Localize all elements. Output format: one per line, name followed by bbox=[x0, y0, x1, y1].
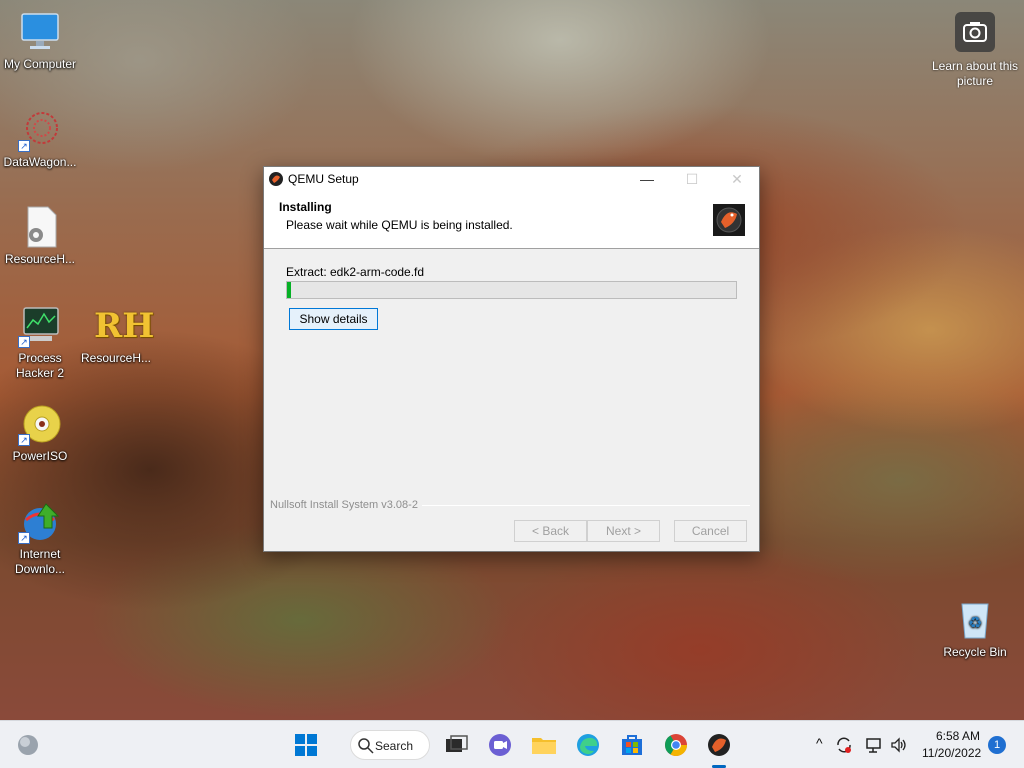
cancel-button[interactable]: Cancel bbox=[674, 520, 747, 542]
clock-date[interactable]: 11/20/2022 bbox=[922, 746, 981, 760]
chat-icon bbox=[489, 734, 511, 756]
desktop-icon-label: Process Hacker 2 bbox=[15, 351, 65, 380]
desktop-icon-recycle-bin[interactable]: ♻ Recycle Bin bbox=[935, 598, 1015, 660]
desktop-icon-resourcehacker-file[interactable]: ResourceH... bbox=[0, 205, 80, 267]
taskbar: Search ^ 6:58 AM 11/20/2022 1 bbox=[0, 720, 1024, 768]
minimize-button[interactable]: — bbox=[624, 167, 670, 191]
back-button[interactable]: < Back bbox=[514, 520, 587, 542]
search-icon bbox=[358, 738, 374, 754]
teams-chat-button[interactable] bbox=[484, 729, 516, 761]
qemu-app-icon bbox=[268, 171, 284, 187]
process-hacker-icon: ↗ bbox=[18, 304, 62, 348]
install-progress-bar bbox=[286, 281, 737, 299]
datawagon-icon: ↗ bbox=[18, 108, 62, 152]
task-view-button[interactable] bbox=[440, 729, 472, 761]
qemu-setup-taskbar-button[interactable] bbox=[703, 729, 735, 761]
desktop-icon-label: PowerISO bbox=[12, 449, 68, 463]
show-details-button[interactable]: Show details bbox=[289, 308, 378, 330]
nsis-divider bbox=[422, 505, 750, 506]
volume-icon[interactable] bbox=[889, 735, 909, 755]
chrome-button[interactable] bbox=[660, 729, 692, 761]
taskbar-search[interactable]: Search bbox=[350, 730, 430, 760]
globe-download-icon: ↗ bbox=[18, 500, 62, 544]
microsoft-store-button[interactable] bbox=[616, 729, 648, 761]
resourcehacker-logo-icon: RH bbox=[94, 304, 154, 348]
network-icon[interactable] bbox=[864, 735, 884, 755]
settings-file-icon bbox=[18, 205, 62, 249]
monitor-icon bbox=[18, 10, 62, 54]
dialog-title: QEMU Setup bbox=[288, 172, 359, 186]
shortcut-arrow-icon: ↗ bbox=[18, 336, 30, 348]
clock-time[interactable]: 6:58 AM bbox=[936, 729, 980, 743]
desktop-icon-process-hacker[interactable]: ↗ Process Hacker 2 bbox=[0, 304, 80, 381]
store-icon bbox=[622, 735, 642, 755]
desktop-icon-label: Internet Downlo... bbox=[14, 547, 66, 576]
learn-about-picture-button[interactable] bbox=[955, 12, 995, 52]
folder-icon bbox=[532, 738, 556, 754]
dialog-header: Installing Please wait while QEMU is bei… bbox=[264, 191, 759, 249]
nsis-branding-label: Nullsoft Install System v3.08-2 bbox=[270, 499, 418, 511]
start-button[interactable] bbox=[290, 729, 322, 761]
desktop-icon-label: ResourceH... bbox=[4, 252, 76, 266]
dialog-titlebar[interactable]: QEMU Setup — ☐ ✕ bbox=[264, 167, 759, 191]
widgets-button[interactable] bbox=[12, 729, 44, 761]
camera-icon bbox=[963, 22, 987, 42]
desktop-icon-poweriso[interactable]: ↗ PowerISO bbox=[0, 402, 80, 464]
disc-icon: ↗ bbox=[18, 402, 62, 446]
qemu-logo-icon bbox=[713, 204, 745, 236]
desktop-icon-label: ResourceH... bbox=[80, 351, 152, 365]
shortcut-arrow-icon: ↗ bbox=[18, 434, 30, 446]
task-view-icon bbox=[446, 735, 468, 752]
show-hidden-icons-button[interactable]: ^ bbox=[816, 735, 823, 751]
desktop-icon-label: DataWagon... bbox=[3, 155, 77, 169]
maximize-button[interactable]: ☐ bbox=[669, 167, 715, 191]
qemu-icon bbox=[708, 734, 730, 756]
extract-status-label: Extract: edk2-arm-code.fd bbox=[286, 265, 425, 279]
shortcut-arrow-icon: ↗ bbox=[18, 140, 30, 152]
qemu-setup-dialog: QEMU Setup — ☐ ✕ Installing Please wait … bbox=[263, 166, 760, 552]
header-subtitle: Please wait while QEMU is being installe… bbox=[286, 218, 513, 232]
desktop-icon-resourcehacker[interactable]: RH ResourceH... bbox=[76, 304, 156, 366]
edge-browser-button[interactable] bbox=[572, 729, 604, 761]
learn-about-picture-label[interactable]: Learn about this picture bbox=[920, 59, 1024, 89]
close-button[interactable]: ✕ bbox=[714, 167, 760, 191]
desktop-icon-label: My Computer bbox=[3, 57, 77, 71]
weather-icon bbox=[18, 735, 38, 755]
search-label: Search bbox=[375, 739, 414, 753]
notification-badge[interactable]: 1 bbox=[988, 736, 1006, 754]
windows-logo-icon bbox=[295, 734, 317, 756]
header-title: Installing bbox=[279, 200, 332, 214]
next-button[interactable]: Next > bbox=[587, 520, 660, 542]
shortcut-arrow-icon: ↗ bbox=[18, 532, 30, 544]
svg-text:♻: ♻ bbox=[968, 613, 982, 632]
sync-status-icon[interactable] bbox=[834, 735, 854, 755]
resourcehacker-logo-text: RH bbox=[94, 306, 155, 346]
file-explorer-button[interactable] bbox=[528, 729, 560, 761]
recycle-bin-icon: ♻ bbox=[953, 598, 997, 642]
desktop-icon-internet-download-manager[interactable]: ↗ Internet Downlo... bbox=[0, 500, 80, 577]
edge-icon bbox=[577, 734, 599, 756]
desktop-icon-label: Recycle Bin bbox=[943, 645, 1007, 659]
desktop-icon-datawagon[interactable]: ↗ DataWagon... bbox=[0, 108, 80, 170]
chrome-icon bbox=[665, 734, 687, 756]
desktop-icon-my-computer[interactable]: My Computer bbox=[0, 10, 80, 72]
progress-fill bbox=[287, 282, 292, 298]
